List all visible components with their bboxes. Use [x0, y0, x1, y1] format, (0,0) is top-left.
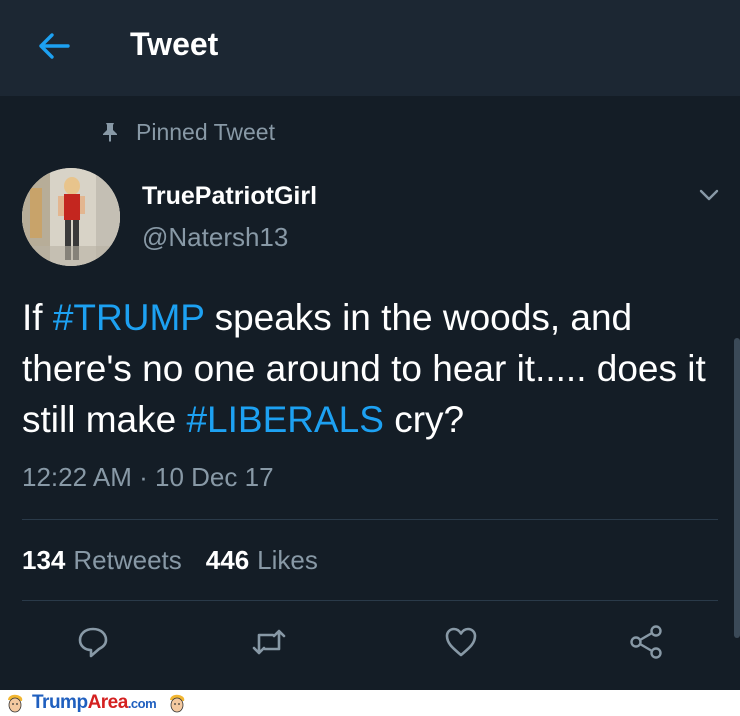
arrow-left-icon: [37, 32, 71, 65]
retweets-stat[interactable]: 134 Retweets: [22, 545, 206, 576]
author-handle[interactable]: @Natersh13: [142, 222, 288, 253]
retweets-label: Retweets: [73, 545, 182, 575]
like-icon: [444, 626, 478, 663]
retweets-count: 134: [22, 545, 66, 575]
scrollbar[interactable]: [734, 338, 740, 638]
divider: [22, 519, 718, 520]
tweet-text-part: If: [22, 297, 53, 338]
share-icon: [628, 624, 664, 665]
chevron-down-icon: [699, 188, 719, 206]
like-button[interactable]: [441, 624, 481, 664]
avatar[interactable]: [22, 168, 120, 266]
share-button[interactable]: [626, 624, 666, 664]
retweet-icon: [251, 627, 287, 662]
pinned-indicator: Pinned Tweet: [98, 118, 275, 146]
likes-label: Likes: [257, 545, 318, 575]
meta-separator: ·: [139, 462, 148, 492]
pinned-label: Pinned Tweet: [136, 118, 275, 145]
retweet-button[interactable]: [249, 624, 289, 664]
logo-face-icon: [166, 692, 188, 714]
back-button[interactable]: [34, 28, 74, 68]
pin-icon: [98, 120, 122, 144]
author-name[interactable]: TruePatriotGirl: [142, 182, 317, 211]
watermark-logo: TrumpArea.com: [32, 692, 157, 714]
logo-part: Area: [87, 692, 129, 713]
logo-face-icon: [4, 692, 26, 714]
tweet-time: 12:22 AM: [22, 462, 132, 492]
tweet-timestamp: 12:22 AM · 10 Dec 17: [22, 462, 274, 493]
page-title: Tweet: [130, 26, 219, 62]
tweet-text: If #TRUMP speaks in the woods, and there…: [22, 292, 727, 445]
reply-icon: [76, 625, 110, 664]
divider: [22, 600, 718, 601]
hashtag-link[interactable]: #TRUMP: [53, 297, 204, 338]
hashtag-link[interactable]: #LIBERALS: [186, 399, 383, 440]
tweet-date: 10 Dec 17: [155, 462, 274, 492]
likes-count: 446: [205, 545, 250, 575]
logo-part: .com: [127, 696, 157, 711]
tweet-text-part: cry?: [383, 399, 465, 440]
top-bar: Tweet: [0, 0, 740, 96]
logo-part: Trump: [32, 692, 88, 713]
likes-stat[interactable]: 446 Likes: [206, 545, 342, 576]
tweet-menu-button[interactable]: [694, 184, 724, 210]
watermark-bar: TrumpArea.com: [0, 690, 740, 716]
reply-button[interactable]: [73, 624, 113, 664]
tweet-stats: 134 Retweets 446 Likes: [22, 545, 342, 576]
